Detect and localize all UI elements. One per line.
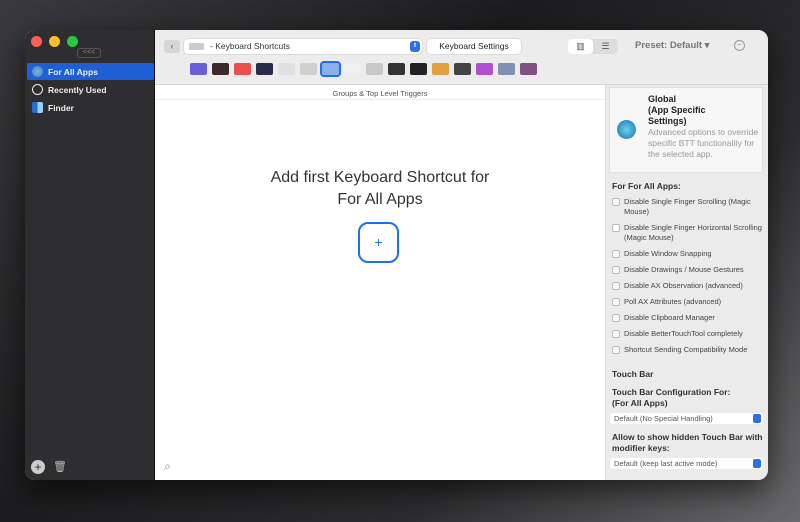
keyboard-settings-button[interactable]: Keyboard Settings	[427, 39, 521, 54]
checkbox[interactable]	[612, 250, 620, 258]
trigger-type-value: - Keyboard Shortcuts	[210, 41, 290, 51]
chevron-updown-icon	[753, 414, 761, 423]
app-window: <<< For All Apps Recently Used Finder + …	[25, 30, 768, 480]
trigger-category-icon[interactable]	[212, 63, 229, 75]
section-header: For For All Apps:	[612, 181, 681, 191]
checkbox[interactable]	[612, 282, 620, 290]
sidebar-item-recently-used[interactable]: Recently Used	[27, 81, 154, 98]
select-value: Default (No Special Handling)	[614, 414, 713, 423]
touchbar-config-select[interactable]: Default (No Special Handling)	[610, 413, 763, 424]
empty-state-text: Add first Keyboard Shortcut for For All A…	[155, 167, 605, 211]
trigger-category-icon[interactable]	[190, 63, 207, 75]
card-title: Global (App Specific Settings)	[648, 94, 706, 126]
trigger-type-select[interactable]: - Keyboard Shortcuts ⇕	[184, 39, 422, 54]
trigger-category-icon[interactable]	[366, 63, 383, 75]
trigger-category-icon[interactable]	[410, 63, 427, 75]
trigger-category-icon[interactable]	[498, 63, 515, 75]
groups-header: Groups & Top Level Triggers	[155, 85, 605, 100]
checkbox-row[interactable]: Disable AX Observation (advanced)	[606, 281, 768, 291]
select-value: Default (keep last active mode)	[614, 459, 718, 468]
trigger-category-icon[interactable]	[320, 61, 341, 77]
checkbox-label: Disable Single Finger Scrolling (Magic M…	[624, 197, 751, 216]
globe-icon	[32, 66, 43, 77]
checkbox-row[interactable]: Disable Window Snapping	[606, 249, 768, 259]
minus-circle-icon[interactable]: −	[734, 40, 745, 51]
trigger-category-icon[interactable]	[234, 63, 251, 75]
touchbar-config-label: Touch Bar Configuration For: (For All Ap…	[612, 387, 731, 408]
clock-icon	[32, 84, 43, 95]
card-description: Advanced options to override specific BT…	[648, 127, 759, 159]
window-controls	[31, 36, 78, 47]
columns-view-icon[interactable]: ▥	[568, 39, 593, 54]
checkbox-row[interactable]: Disable Clipboard Manager	[606, 313, 768, 323]
checkbox-row[interactable]: Shortcut Sending Compatibility Mode	[606, 345, 768, 355]
checkbox[interactable]	[612, 314, 620, 322]
touchbar-header: Touch Bar	[612, 369, 654, 379]
close-button[interactable]	[31, 36, 42, 47]
trigger-category-icon[interactable]	[432, 63, 449, 75]
checkbox-label: Disable Single Finger Horizontal Scrolli…	[624, 223, 762, 242]
sidebar-item-finder[interactable]: Finder	[27, 99, 154, 116]
checkbox-label: Disable AX Observation (advanced)	[624, 281, 743, 290]
trigger-category-icon[interactable]	[344, 63, 361, 75]
checkbox-row[interactable]: Disable BetterTouchTool completely	[606, 329, 768, 339]
checkbox[interactable]	[612, 330, 620, 338]
checkbox-label: Disable Clipboard Manager	[624, 313, 715, 322]
trigger-category-icon[interactable]	[256, 63, 273, 75]
checkbox-label: Disable Drawings / Mouse Gestures	[624, 265, 744, 274]
settings-panel: Global (App Specific Settings) Advanced …	[605, 85, 768, 480]
checkbox[interactable]	[612, 224, 620, 232]
back-button[interactable]: ‹	[164, 40, 180, 53]
collapse-sidebar-button[interactable]: <<<	[77, 48, 101, 58]
checkbox-label: Disable BetterTouchTool completely	[624, 329, 743, 338]
sidebar-item-label: For All Apps	[48, 66, 98, 77]
globe-icon	[617, 120, 636, 139]
checkbox-label: Disable Window Snapping	[624, 249, 712, 258]
checkbox-label: Shortcut Sending Compatibility Mode	[624, 345, 748, 354]
checkbox-row[interactable]: Disable Drawings / Mouse Gestures	[606, 265, 768, 275]
toolbar: ‹ - Keyboard Shortcuts ⇕ Keyboard Setting…	[155, 30, 768, 85]
sidebar-item-label: Recently Used	[48, 84, 107, 95]
trash-icon[interactable]: 🗑	[53, 460, 67, 474]
trigger-category-icon[interactable]	[300, 63, 317, 75]
sidebar-item-for-all-apps[interactable]: For All Apps	[27, 63, 154, 80]
checkbox-label: Poll AX Attributes (advanced)	[624, 297, 722, 306]
trigger-category-icon[interactable]	[520, 63, 537, 75]
hidden-touchbar-label: Allow to show hidden Touch Bar with modi…	[612, 432, 763, 453]
checkbox[interactable]	[612, 198, 620, 206]
checkbox-row[interactable]: Disable Single Finger Scrolling (Magic M…	[606, 197, 768, 217]
checkbox[interactable]	[612, 266, 620, 274]
trigger-category-icon[interactable]	[454, 63, 471, 75]
checkbox[interactable]	[612, 298, 620, 306]
zoom-button[interactable]	[67, 36, 78, 47]
empty-line-2: For All Apps	[337, 191, 423, 208]
checkbox-row[interactable]: Poll AX Attributes (advanced)	[606, 297, 768, 307]
empty-line-1: Add first Keyboard Shortcut for	[270, 169, 490, 186]
preset-selector[interactable]: Preset: Default ▾	[635, 40, 709, 51]
checkbox[interactable]	[612, 346, 620, 354]
trigger-category-icon[interactable]	[476, 63, 493, 75]
triggers-panel: Groups & Top Level Triggers Add first Ke…	[155, 85, 605, 480]
checkbox-row[interactable]: Disable Single Finger Horizontal Scrolli…	[606, 223, 768, 243]
list-view-icon[interactable]: ☰	[593, 39, 618, 54]
chevron-updown-icon: ⇕	[410, 41, 420, 52]
finder-icon	[32, 102, 43, 113]
add-shortcut-button[interactable]: +	[358, 222, 399, 263]
global-settings-card: Global (App Specific Settings) Advanced …	[609, 87, 763, 173]
keyboard-icon	[189, 43, 204, 50]
search-icon[interactable]: ⌕	[164, 459, 171, 474]
sidebar-item-label: Finder	[48, 102, 74, 113]
trigger-category-icon[interactable]	[278, 63, 295, 75]
hidden-touchbar-select[interactable]: Default (keep last active mode)	[610, 458, 763, 469]
chevron-updown-icon	[753, 459, 761, 468]
trigger-category-bar	[190, 61, 537, 77]
view-toggle[interactable]: ▥ ☰	[568, 39, 618, 54]
sidebar: <<< For All Apps Recently Used Finder + …	[25, 30, 155, 480]
trigger-category-icon[interactable]	[388, 63, 405, 75]
minimize-button[interactable]	[49, 36, 60, 47]
add-app-button[interactable]: +	[31, 460, 45, 474]
